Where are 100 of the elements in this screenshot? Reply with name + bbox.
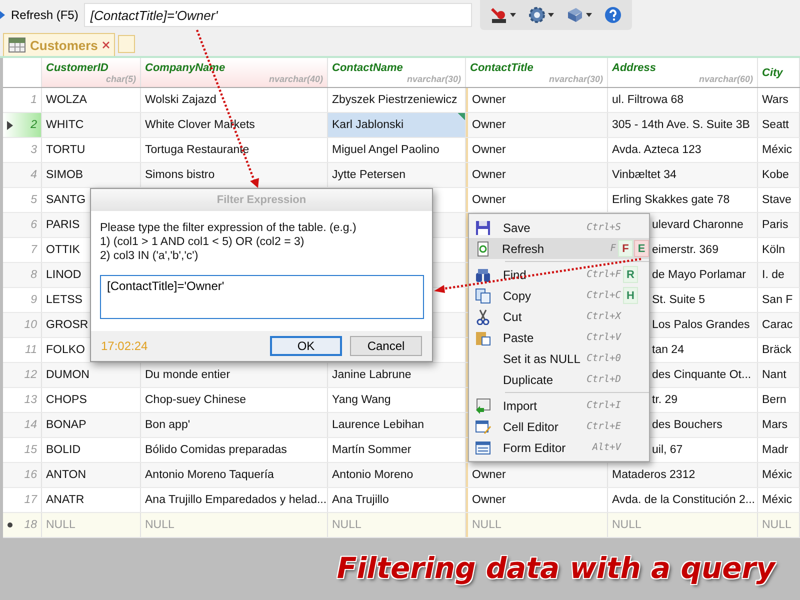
table-cell: Wolski Zajazd: [141, 88, 328, 112]
new-row-icon: [7, 522, 13, 528]
row-number: 1: [30, 94, 37, 106]
table-cell: Jytte Petersen: [328, 163, 466, 187]
cube-icon: [566, 6, 584, 24]
table-cell: Miguel Angel Paolino: [328, 138, 466, 162]
table-cell: Wars: [758, 88, 800, 112]
table-cell: BOLID: [42, 438, 141, 462]
row-number: 14: [24, 419, 37, 431]
filter-field[interactable]: [ContactTitle]='Owner': [84, 3, 472, 27]
table-row[interactable]: 1 WOLZA Wolski Zajazd Zbyszek Piestrzeniewicz Owner ul. Filtrowa 68 Wars: [3, 88, 800, 113]
table-cell: Mars: [758, 413, 800, 437]
null-value: NULL: [758, 513, 800, 537]
null-value: NULL: [42, 513, 141, 537]
table-cell: Paris: [758, 213, 800, 237]
copy-icon: [476, 288, 490, 303]
table-cell: Méxic: [758, 138, 800, 162]
dialog-button[interactable]: Cancel: [350, 336, 422, 356]
table-cell: Ana Trujillo Emparedados y helad...: [141, 488, 328, 512]
table-cell: Madr: [758, 438, 800, 462]
column-header[interactable]: Address nvarchar(60): [608, 58, 758, 87]
table-cell: Zbyszek Piestrzeniewicz: [328, 88, 466, 112]
row-number: 12: [24, 369, 37, 381]
table-cell: Mataderos 2312: [608, 463, 758, 487]
gear-icon: [528, 6, 546, 24]
table-cell: Stave: [758, 188, 800, 212]
table-cell: Antonio Moreno Taquería: [141, 463, 328, 487]
column-header[interactable]: City: [758, 58, 800, 87]
null-value: NULL: [328, 513, 466, 537]
key-hint-badge: F: [618, 240, 633, 257]
row-number: 15: [24, 444, 37, 456]
row-number: 2: [30, 119, 37, 131]
table-row[interactable]: 17 ANATR Ana Trujillo Emparedados y helad... Ana Trujillo Owner Avda. de la Constitución 2... Méxic: [3, 488, 800, 513]
import-icon: [476, 398, 490, 414]
table-cell: Avda. Azteca 123: [608, 138, 758, 162]
table-cell: Laurence Lebihan: [328, 413, 466, 437]
table-cell: Martín Sommer: [328, 438, 466, 462]
row-number: 9: [30, 294, 37, 306]
table-cell: BONAP: [42, 413, 141, 437]
table-cell: Bon app': [141, 413, 328, 437]
floppy-icon: [476, 220, 490, 234]
key-hint-badge: E: [634, 240, 649, 257]
table-cell: Seatt: [758, 113, 800, 137]
row-number: 6: [30, 219, 37, 231]
gear-tool-button[interactable]: [526, 4, 556, 26]
table-row[interactable]: 3 TORTU Tortuga Restaurante Miguel Angel Paolino Owner Avda. Azteca 123 Méxic: [3, 138, 800, 163]
table-cell: Du monde entier: [141, 363, 328, 387]
null-value: NULL: [141, 513, 328, 537]
clipboard-icon: [476, 332, 490, 345]
scissors-icon: [476, 308, 490, 324]
table-cell: Ana Trujillo: [328, 488, 466, 512]
row-number: 7: [30, 244, 37, 256]
dialog-button[interactable]: OK: [270, 336, 342, 356]
table-cell: Nant: [758, 363, 800, 387]
column-header[interactable]: ContactTitle nvarchar(30): [466, 58, 608, 87]
table-cell: Karl Jablonski: [328, 113, 466, 137]
menu-item[interactable]: Refresh F F E: [469, 238, 649, 259]
close-icon[interactable]: [102, 41, 110, 49]
help-icon: [604, 6, 622, 24]
refresh-button[interactable]: Refresh (F5): [5, 2, 84, 28]
table-cell: San F: [758, 288, 800, 312]
table-cell: DUMON: [42, 363, 141, 387]
table-cell: Yang Wang: [328, 388, 466, 412]
table-cell: ul. Filtrowa 68: [608, 88, 758, 112]
table-cell: WOLZA: [42, 88, 141, 112]
table-cell: ANATR: [42, 488, 141, 512]
table-cell: Méxic: [758, 463, 800, 487]
caret-icon: [510, 13, 516, 17]
key-hint-badge: H: [623, 287, 638, 304]
row-number: 13: [24, 394, 37, 406]
row-number: 11: [25, 344, 37, 356]
table-cell: 305 - 14th Ave. S. Suite 3B: [608, 113, 758, 137]
dialog-title: Filter Expression: [216, 194, 306, 206]
table-cell: Avda. de la Constitución 2...: [608, 488, 758, 512]
row-number: 8: [30, 269, 37, 281]
row-number: 4: [30, 169, 37, 181]
table-row[interactable]: 4 SIMOB Simons bistro Jytte Petersen Owner Vinbæltet 34 Kobe: [3, 163, 800, 188]
table-row[interactable]: 2 WHITC White Clover Markets Karl Jablonski Owner 305 - 14th Ave. S. Suite 3B Seatt: [3, 113, 800, 138]
column-header[interactable]: CustomerID char(5): [42, 58, 141, 87]
table-cell: Janine Labrune: [328, 363, 466, 387]
table-cell: Vinbæltet 34: [608, 163, 758, 187]
table-cell: WHITC: [42, 113, 141, 137]
binoculars-icon: [476, 268, 490, 282]
table-cell: Carac: [758, 313, 800, 337]
table-cell: SIMOB: [42, 163, 141, 187]
form-icon: [476, 441, 490, 454]
caret-icon: [548, 13, 554, 17]
table-cell: Erling Skakkes gate 78: [608, 188, 758, 212]
table-icon: [8, 37, 26, 53]
column-header[interactable]: CompanyName nvarchar(40): [141, 58, 328, 87]
row-number: 3: [30, 144, 37, 156]
key-hint-badge: R: [623, 266, 638, 283]
filter-expression-field[interactable]: [ContactTitle]='Owner': [100, 275, 424, 319]
row-number: 18: [24, 519, 37, 531]
table-cell: Bräck: [758, 338, 800, 362]
table-cell: Antonio Moreno: [328, 463, 466, 487]
table-row[interactable]: 16 ANTON Antonio Moreno Taquería Antonio Moreno Owner Mataderos 2312 Méxic: [3, 463, 800, 488]
column-header[interactable]: ContactName nvarchar(30): [328, 58, 466, 87]
table-cell: Bólido Comidas preparadas: [141, 438, 328, 462]
pencil-icon: [476, 420, 491, 434]
